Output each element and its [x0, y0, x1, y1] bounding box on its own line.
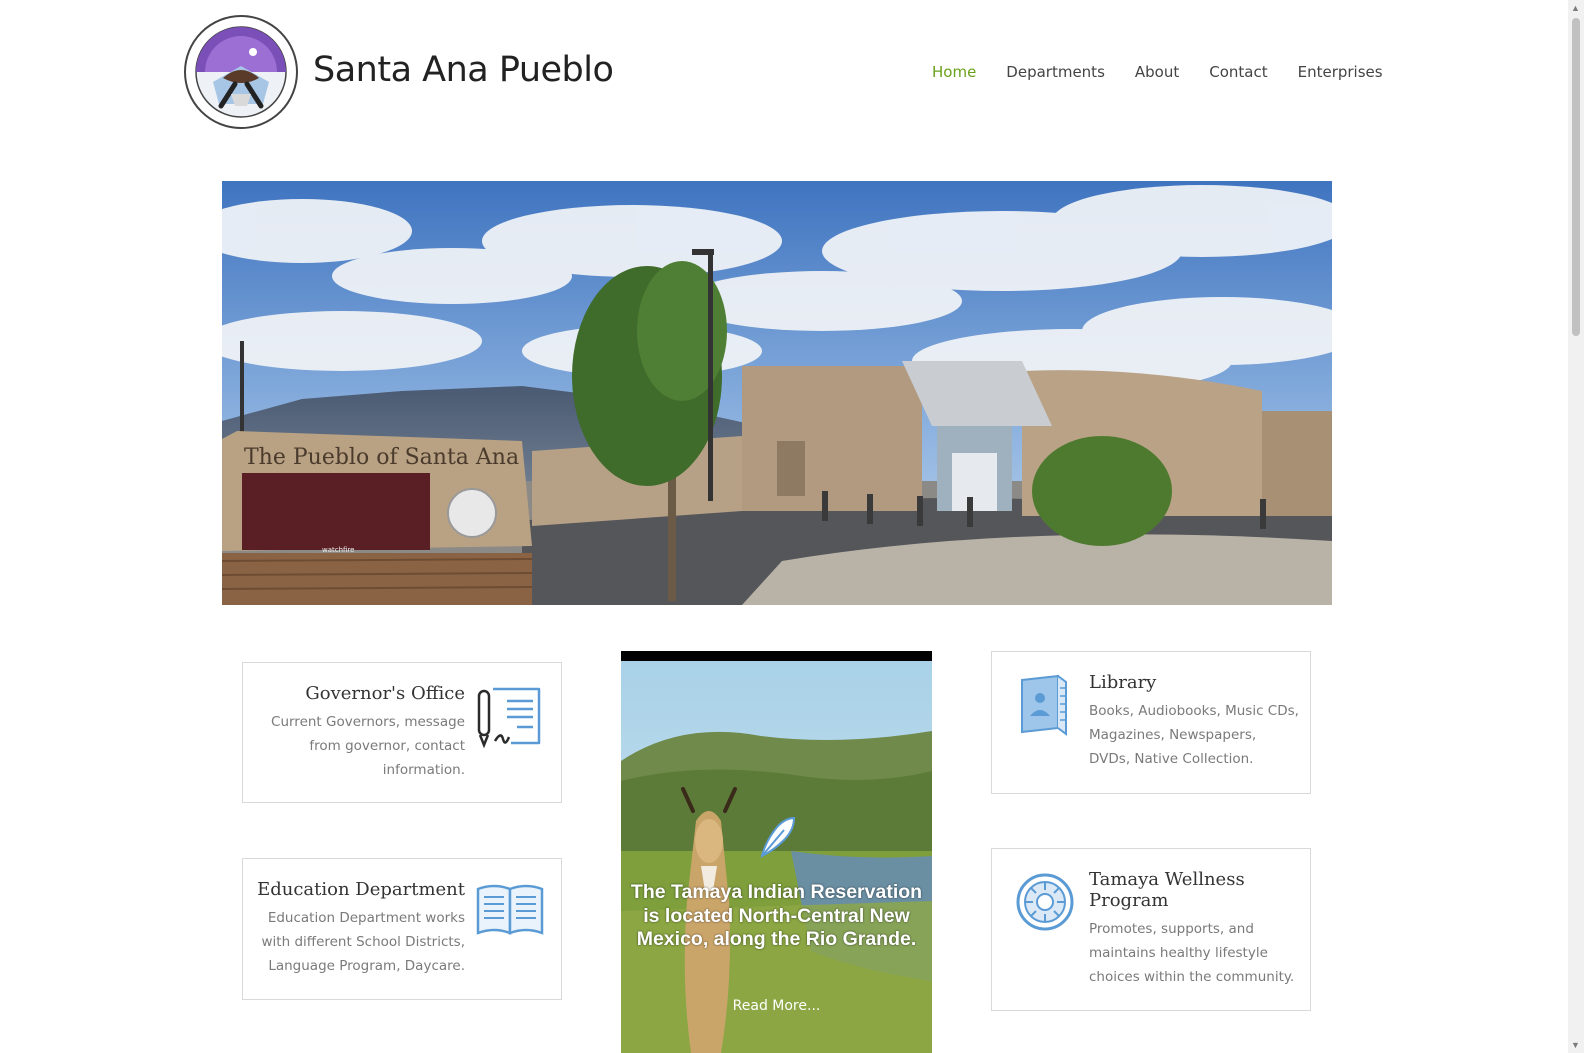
nav-enterprises[interactable]: Enterprises [1298, 62, 1383, 82]
hero-image: The Pueblo of Santa Ana watchfire [222, 181, 1332, 605]
governors-office-card[interactable]: Governor's Office Current Governors, mes… [242, 662, 562, 803]
nav-contact[interactable]: Contact [1209, 62, 1267, 82]
library-card[interactable]: Library Books, Audiobooks, Music CDs, Ma… [991, 651, 1311, 794]
site-title[interactable]: Santa Ana Pueblo [313, 50, 614, 90]
feature-panel[interactable]: The Tamaya Indian Reservation is located… [621, 651, 932, 1053]
nav-about[interactable]: About [1135, 62, 1179, 82]
library-description: Books, Audiobooks, Music CDs, Magazines,… [1089, 703, 1299, 767]
site-header: Santa Ana Pueblo Home Departments About … [0, 0, 1568, 150]
wellness-program-title[interactable]: Tamaya Wellness Program [1089, 869, 1299, 911]
read-more-link[interactable]: Read More... [621, 998, 932, 1014]
nav-home[interactable]: Home [932, 62, 976, 82]
hero-sign-brand: watchfire [322, 546, 354, 554]
wellness-program-card[interactable]: Tamaya Wellness Program Promotes, suppor… [991, 848, 1311, 1011]
library-book-icon [1016, 674, 1072, 741]
feather-icon [756, 816, 796, 865]
pueblo-seal-logo[interactable] [183, 14, 299, 130]
education-department-title[interactable]: Education Department [250, 879, 465, 900]
main-nav: Home Departments About Contact Enterpris… [932, 62, 1383, 82]
education-department-description: Education Department works with differen… [261, 910, 465, 974]
scroll-up-arrow-icon[interactable]: ▲ [1571, 3, 1580, 13]
page-scrollbar[interactable]: ▲ ▼ [1568, 0, 1584, 1053]
education-department-card[interactable]: Education Department Education Departmen… [242, 858, 562, 1000]
nav-departments[interactable]: Departments [1006, 62, 1105, 82]
scroll-down-arrow-icon[interactable]: ▼ [1571, 1040, 1580, 1050]
scroll-thumb[interactable] [1572, 18, 1580, 336]
governors-office-title[interactable]: Governor's Office [265, 683, 465, 704]
governors-office-description: Current Governors, message from governor… [271, 714, 465, 778]
wellness-program-description: Promotes, supports, and maintains health… [1089, 921, 1295, 985]
open-book-icon [476, 883, 544, 944]
wellness-emblem-icon [1016, 873, 1074, 936]
hero-sign-text: The Pueblo of Santa Ana [244, 445, 519, 470]
library-title[interactable]: Library [1089, 672, 1299, 693]
signed-document-icon [477, 687, 543, 754]
feature-caption: The Tamaya Indian Reservation is located… [630, 881, 923, 950]
